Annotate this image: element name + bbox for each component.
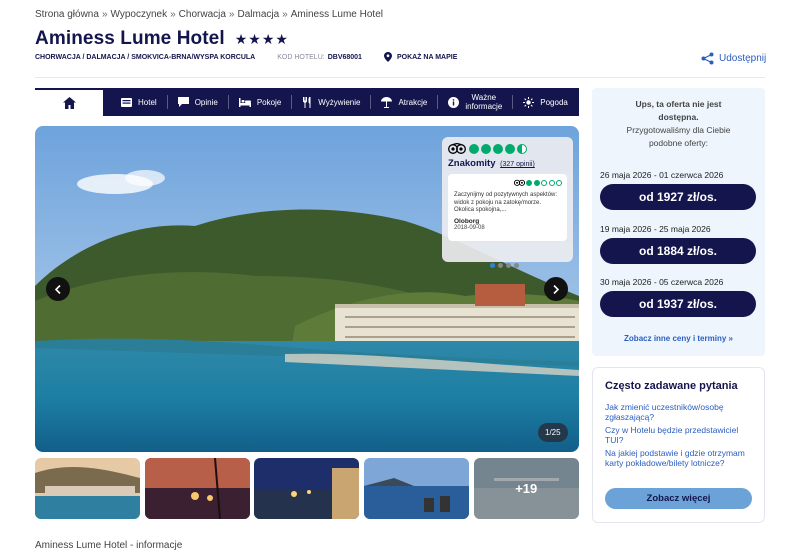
thumbnail[interactable] — [144, 458, 250, 519]
gallery-next-button[interactable] — [544, 277, 568, 301]
faq-box: Często zadawane pytania Jak zmienić ucze… — [592, 367, 765, 523]
rating-circles — [469, 143, 529, 154]
share-button[interactable]: Udostępnij — [701, 52, 766, 65]
thumbnail-image — [144, 458, 250, 519]
see-more-button[interactable]: Zobacz więcej — [605, 488, 752, 509]
tab-reviews[interactable]: Opinie — [168, 95, 229, 109]
review-date: 2018-09-08 — [454, 224, 485, 231]
tab-attractions[interactable]: Atrakcje — [371, 95, 439, 109]
offer-price-button[interactable]: od 1884 zł/os. — [600, 238, 756, 264]
tripadvisor-review-card[interactable]: Znakomity (327 opinii) Zaczynijmy od poz… — [442, 137, 573, 262]
title-row: Aminess Lume Hotel ★★★★ — [35, 28, 289, 50]
home-icon — [62, 97, 76, 109]
thumbnail[interactable] — [35, 458, 140, 519]
chevron-right-icon — [553, 284, 559, 294]
hotel-meta: CHORWACJA / DALMACJA / SMOKVICA-BRNA/WYS… — [35, 52, 457, 62]
offer-dates: 26 maja 2026 - 01 czerwca 2026 — [600, 170, 724, 180]
bed-icon — [238, 97, 251, 107]
rating-word: Znakomity — [448, 158, 496, 169]
thumbnail[interactable] — [254, 458, 360, 519]
tab-hotel[interactable]: Hotel — [103, 95, 168, 109]
carousel-dot[interactable] — [498, 263, 503, 268]
cutlery-icon — [303, 96, 311, 108]
review-carousel-dots — [490, 263, 522, 268]
thumbnail-image — [254, 458, 360, 519]
thumbnail-more[interactable]: +19 — [473, 458, 579, 519]
umbrella-icon — [381, 96, 393, 108]
faq-title: Często zadawane pytania — [605, 380, 738, 392]
tab-home[interactable] — [35, 88, 103, 116]
photo-gallery[interactable]: Znakomity (327 opinii) Zaczynijmy od poz… — [35, 126, 579, 452]
review-text: Zaczynijmy od pozytywnych aspektów: wido… — [454, 192, 558, 213]
breadcrumb: Strona główna» Wypoczynek» Chorwacja» Dalma… — [35, 9, 383, 20]
breadcrumb-home[interactable]: Strona główna — [35, 9, 99, 20]
show-on-map-link[interactable]: POKAŻ NA MAPIE — [383, 52, 457, 62]
gallery-prev-button[interactable] — [46, 277, 70, 301]
carousel-dot[interactable] — [514, 263, 519, 268]
info-heading: Aminess Lume Hotel - informacje — [35, 540, 183, 551]
review-rating — [513, 179, 562, 186]
thumbnail-image — [35, 458, 140, 519]
offer-dates: 19 maja 2026 - 25 maja 2026 — [600, 224, 711, 234]
tab-important-info[interactable]: Ważne informacje — [438, 93, 514, 111]
tripadvisor-owl-icon — [513, 179, 525, 186]
thumbnail[interactable] — [364, 458, 470, 519]
review-count-link[interactable]: (327 opinii) — [500, 161, 535, 168]
review-author: Oloborg — [454, 217, 480, 225]
carousel-dot[interactable] — [490, 263, 495, 268]
faq-question[interactable]: Jak zmienić uczestników/osobę zgłaszając… — [605, 402, 755, 422]
offers-panel: Ups, ta oferta nie jest dostępna. Przygo… — [592, 88, 765, 356]
info-icon — [448, 96, 460, 108]
review-snippet: Zaczynijmy od pozytywnych aspektów: wido… — [448, 174, 567, 241]
breadcrumb-croatia[interactable]: Chorwacja — [179, 9, 226, 20]
more-photos-label: +19 — [473, 458, 579, 519]
faq-question[interactable]: Czy w Hotelu będzie przedstawiciel TUI? — [605, 425, 755, 445]
star-rating: ★★★★ — [234, 30, 289, 47]
more-offers-link[interactable]: Zobacz inne ceny i terminy » — [592, 334, 765, 343]
thumbnail-image — [364, 458, 470, 519]
bed-card-icon — [121, 97, 132, 107]
offer-dates: 30 maja 2026 - 05 czerwca 2026 — [600, 277, 724, 287]
faq-question[interactable]: Na jakiej podstawie i gdzie otrzymam kar… — [605, 448, 755, 468]
tab-weather[interactable]: Pogoda — [513, 95, 578, 109]
offer-price-button[interactable]: od 1927 zł/os. — [600, 184, 756, 210]
tab-rooms[interactable]: Pokoje — [229, 95, 293, 109]
offer-price-button[interactable]: od 1937 zł/os. — [600, 291, 756, 317]
page-title: Aminess Lume Hotel — [35, 28, 225, 49]
tripadvisor-owl-icon — [448, 143, 466, 154]
hotel-code-label: KOD HOTELU: — [277, 53, 325, 61]
share-icon — [701, 52, 714, 65]
breadcrumb-leisure[interactable]: Wypoczynek — [111, 9, 168, 20]
hotel-code: DBV68001 — [327, 53, 362, 61]
hotel-location: CHORWACJA / DALMACJA / SMOKVICA-BRNA/WYS… — [35, 53, 256, 61]
thumbnail-strip: +19 — [35, 458, 579, 519]
divider — [35, 77, 765, 78]
tab-meals[interactable]: Wyżywienie — [292, 95, 372, 109]
chevron-left-icon — [55, 284, 61, 294]
photo-counter: 1/25 — [538, 423, 568, 442]
carousel-dot[interactable] — [506, 263, 511, 268]
breadcrumb-hotel: Aminess Lume Hotel — [290, 9, 383, 20]
breadcrumb-dalmatia[interactable]: Dalmacja — [237, 9, 279, 20]
sun-icon — [523, 96, 535, 108]
hotel-tabs: Hotel Opinie Pokoje Wyżywienie Atrakcje … — [35, 88, 579, 116]
comment-icon — [177, 97, 189, 107]
map-pin-icon — [383, 52, 392, 62]
unavailable-message: Ups, ta oferta nie jest dostępna. Przygo… — [626, 99, 731, 148]
